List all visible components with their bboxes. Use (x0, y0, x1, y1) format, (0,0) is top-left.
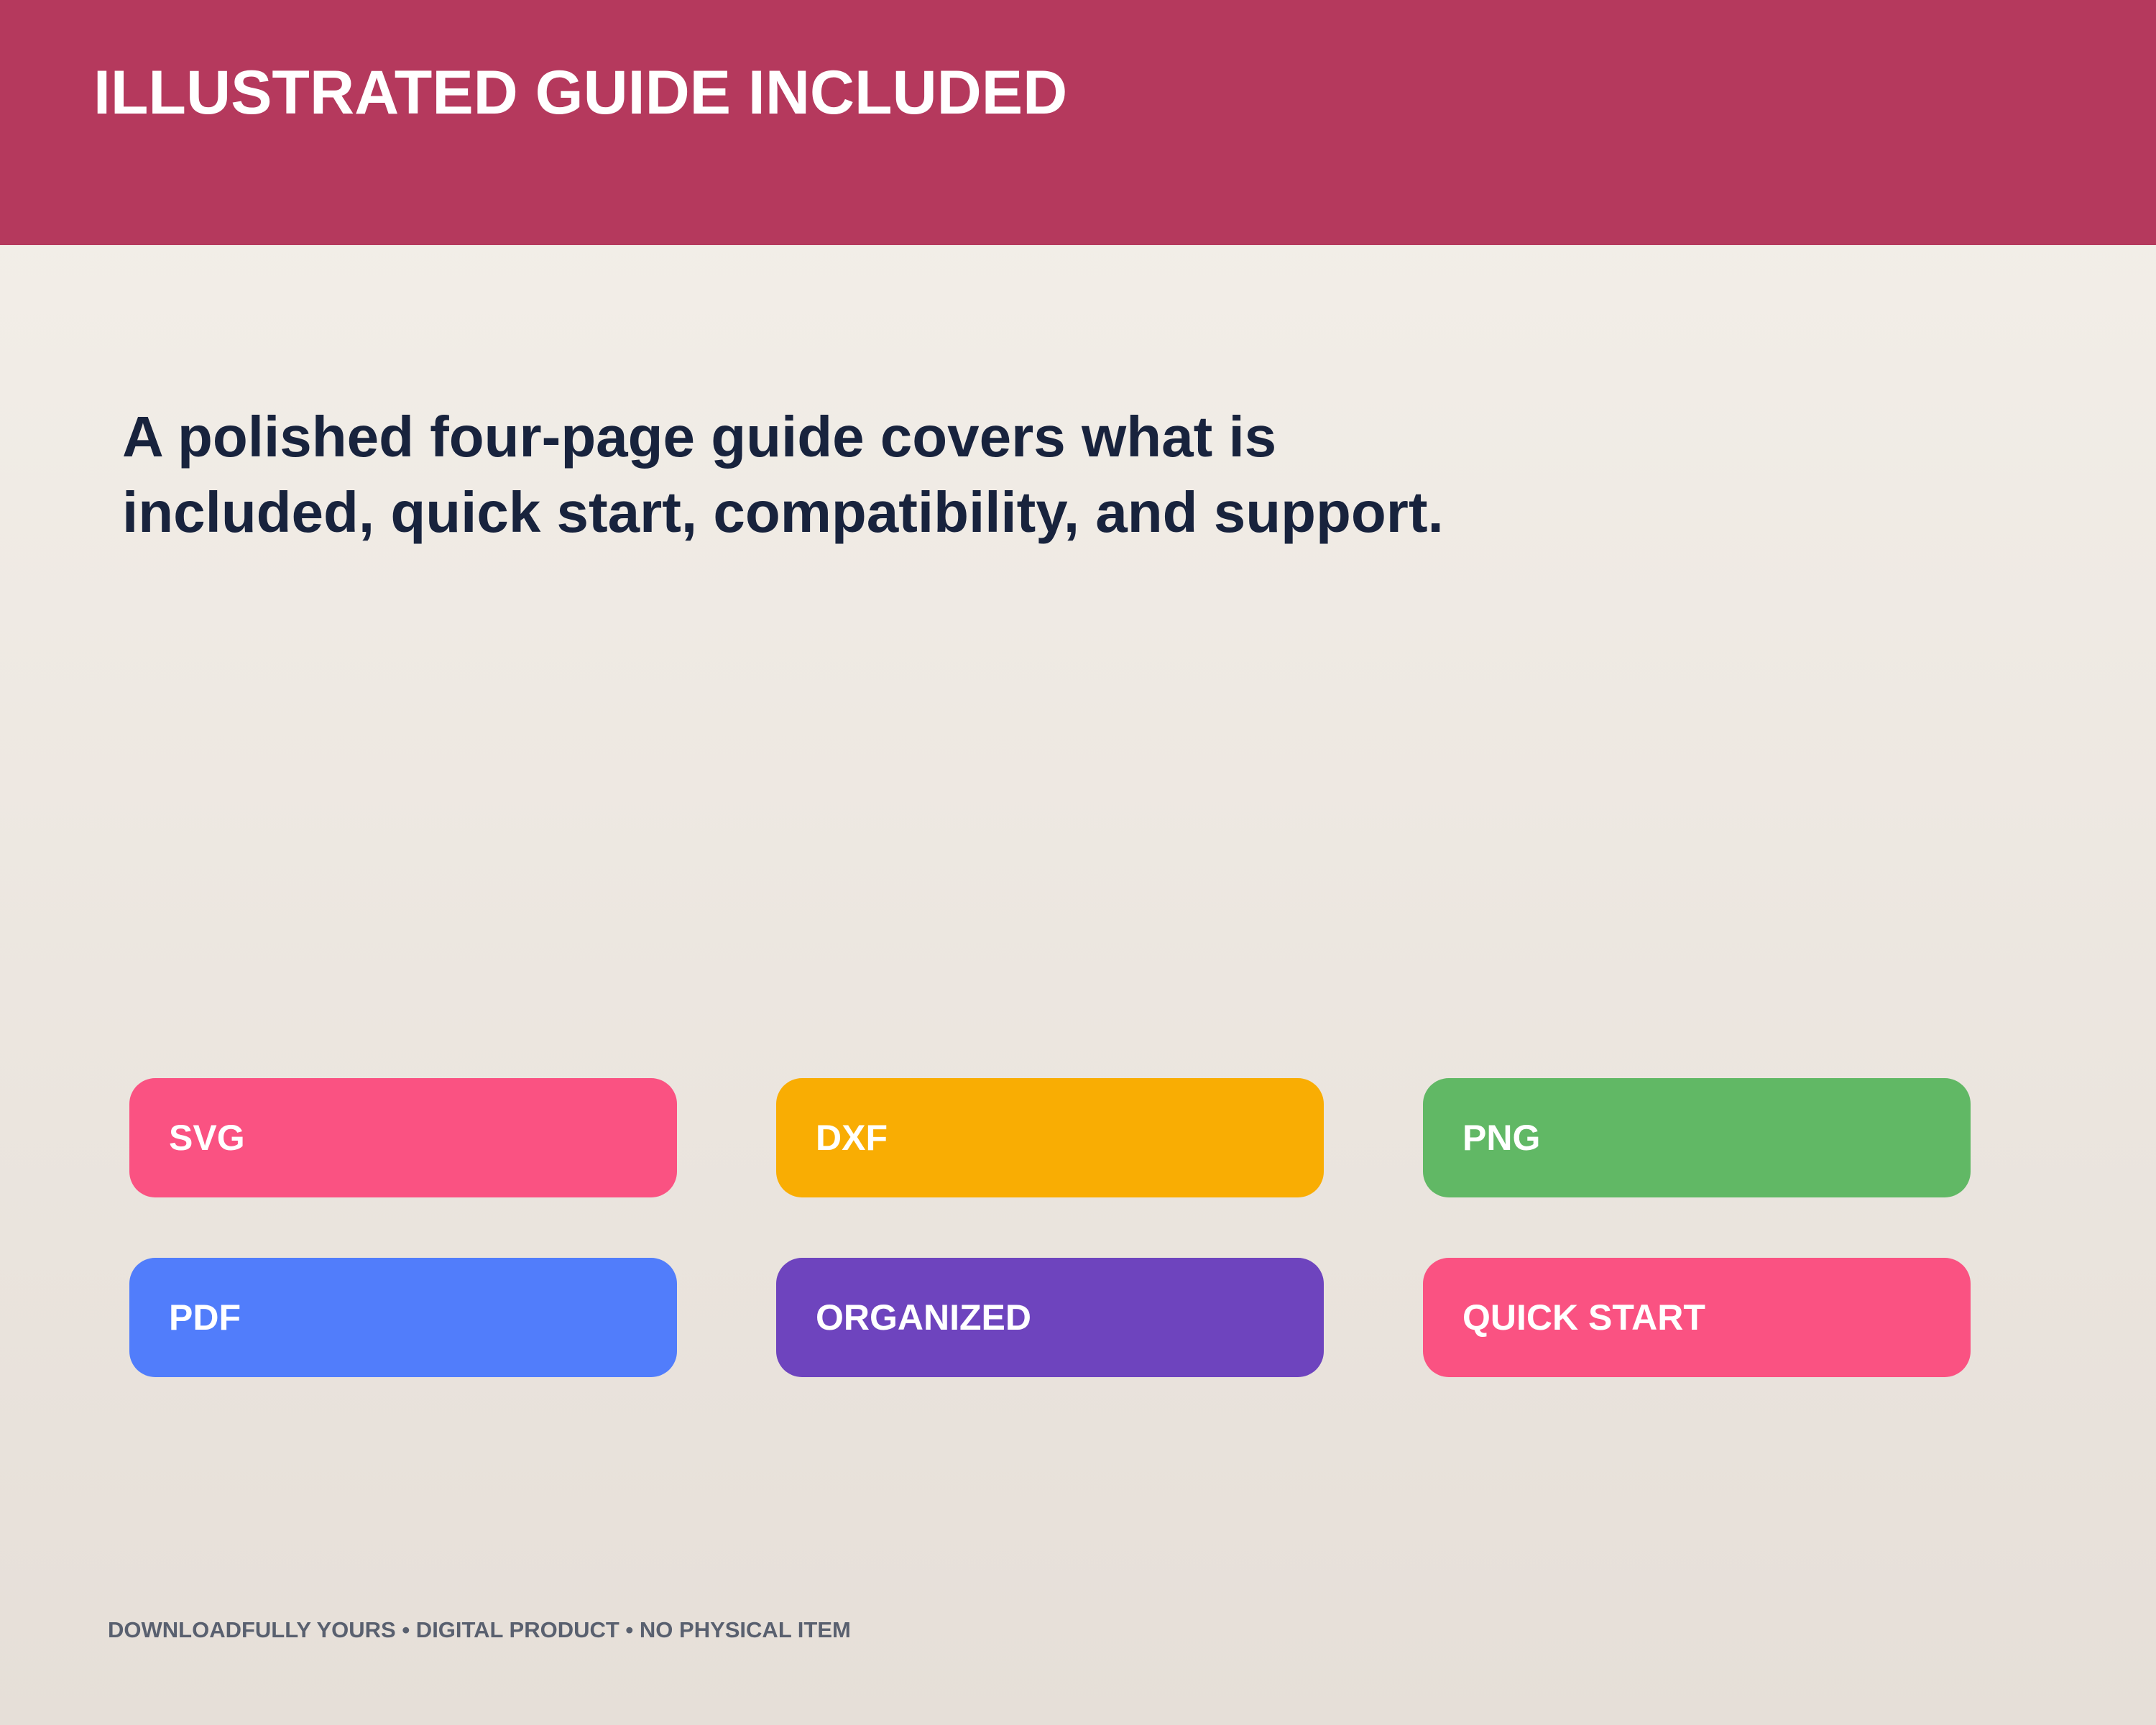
tag-quick-start: QUICK START (1423, 1258, 1971, 1377)
tag-pdf: PDF (129, 1258, 677, 1377)
page-title: ILLUSTRATED GUIDE INCLUDED (93, 58, 1068, 127)
header-banner: ILLUSTRATED GUIDE INCLUDED (0, 0, 2156, 245)
footer-note: DOWNLOADFULLY YOURS • DIGITAL PRODUCT • … (108, 1617, 851, 1642)
tag-png: PNG (1423, 1078, 1971, 1197)
tag-dxf: DXF (776, 1078, 1324, 1197)
headline-text: A polished four-page guide covers what i… (122, 405, 1444, 544)
tag-organized: ORGANIZED (776, 1258, 1324, 1377)
tag-svg: SVG (129, 1078, 677, 1197)
